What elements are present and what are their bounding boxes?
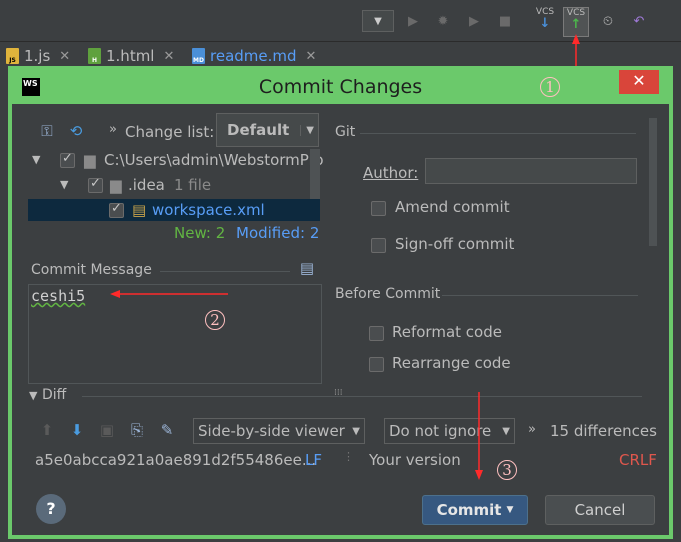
- commit-message-text: ceshi5: [31, 287, 86, 305]
- left-line-separator[interactable]: LF: [305, 451, 322, 469]
- close-button[interactable]: ✕: [619, 70, 659, 94]
- rearrange-code-label[interactable]: Rearrange code: [392, 354, 511, 372]
- your-version-label: Your version: [369, 451, 461, 469]
- file-name[interactable]: workspace.xml: [152, 201, 265, 219]
- chevron-down-icon: ▼: [506, 505, 514, 515]
- copy-icon[interactable]: ▣: [98, 421, 116, 439]
- splitter-handle[interactable]: ⁞⁞⁞: [334, 388, 343, 398]
- folder-checkbox[interactable]: [88, 176, 103, 193]
- commit-history-icon[interactable]: ▤: [298, 259, 316, 277]
- commit-message-label: Commit Message: [31, 262, 152, 278]
- folder-count: 1 file: [174, 176, 212, 194]
- folder-icon: ▆: [110, 176, 122, 194]
- folder-name: .idea: [128, 176, 165, 194]
- change-list-combo[interactable]: Default ▼: [216, 113, 319, 147]
- separator: [160, 271, 290, 272]
- change-list-label: Change list:: [125, 123, 215, 141]
- jump-to-source-icon[interactable]: ⎘: [128, 421, 146, 439]
- arrow-up-icon[interactable]: ⬆: [38, 421, 56, 439]
- new-count: New: 2: [174, 224, 226, 242]
- separator: [442, 295, 638, 296]
- root-checkbox[interactable]: [60, 151, 75, 168]
- move-to-changelist-icon[interactable]: ⚿: [38, 122, 56, 140]
- differences-count: 15 differences: [550, 422, 657, 440]
- expand-arrow-icon[interactable]: ▼: [60, 178, 68, 191]
- help-button[interactable]: ?: [36, 494, 66, 524]
- annotation-marker-3: 3: [497, 460, 517, 480]
- divider-dots: ⋮: [343, 450, 354, 463]
- expand-arrow-icon[interactable]: ▼: [32, 153, 40, 166]
- reformat-code-checkbox[interactable]: [369, 326, 384, 341]
- dialog-titlebar[interactable]: WS Commit Changes ✕: [12, 70, 669, 104]
- root-path: C:\Users\admin\WebstormPro: [104, 151, 324, 169]
- more-icon[interactable]: »: [528, 422, 536, 437]
- commit-changes-dialog: WS Commit Changes ✕ ⚿ ⟲ » Change list: D…: [8, 66, 673, 539]
- arrow-down-icon[interactable]: ⬇: [68, 421, 86, 439]
- sign-off-checkbox[interactable]: [371, 238, 386, 253]
- changes-tree: ▼ ▆ C:\Users\admin\WebstormPro ▼ ▆ .idea…: [28, 149, 324, 221]
- edit-icon[interactable]: ✎: [158, 421, 176, 439]
- separator: [82, 396, 642, 397]
- expand-icon: »: [109, 122, 117, 137]
- reformat-code-label[interactable]: Reformat code: [392, 323, 502, 341]
- annotation-marker-2: 2: [205, 310, 225, 330]
- xml-file-icon: ▤: [132, 201, 147, 219]
- options-scrollbar[interactable]: [649, 118, 657, 246]
- viewer-select[interactable]: Side-by-side viewer ▼: [193, 418, 365, 444]
- author-label: Author:: [363, 164, 419, 182]
- annotation-marker-1: 1: [540, 77, 560, 97]
- before-commit-label: Before Commit: [335, 286, 441, 302]
- dialog-title: Commit Changes: [258, 76, 423, 98]
- amend-commit-label[interactable]: Amend commit: [395, 198, 510, 216]
- sign-off-label[interactable]: Sign-off commit: [395, 235, 514, 253]
- revision-hash: a5e0abcca921a0ae891d2f55486ee...: [35, 451, 317, 469]
- file-checkbox[interactable]: [109, 201, 124, 218]
- rearrange-code-checkbox[interactable]: [369, 357, 384, 372]
- author-input[interactable]: [425, 158, 637, 184]
- folder-icon: ▆: [84, 151, 96, 169]
- amend-commit-checkbox[interactable]: [371, 201, 386, 216]
- modified-count: Modified: 2: [236, 224, 320, 242]
- collapse-arrow-icon[interactable]: ▼: [29, 389, 37, 402]
- commit-button[interactable]: Commit ▼: [422, 495, 528, 525]
- commit-message-textarea[interactable]: ceshi5: [28, 284, 322, 384]
- separator: [360, 133, 636, 134]
- refresh-icon[interactable]: ⟲: [67, 122, 85, 140]
- git-section-label: Git: [335, 124, 356, 140]
- tree-scrollbar[interactable]: [310, 149, 320, 199]
- cancel-button[interactable]: Cancel: [545, 495, 655, 525]
- diff-label: Diff: [42, 387, 67, 403]
- ignore-select[interactable]: Do not ignore ▼: [384, 418, 515, 444]
- right-line-separator[interactable]: CRLF: [619, 451, 657, 469]
